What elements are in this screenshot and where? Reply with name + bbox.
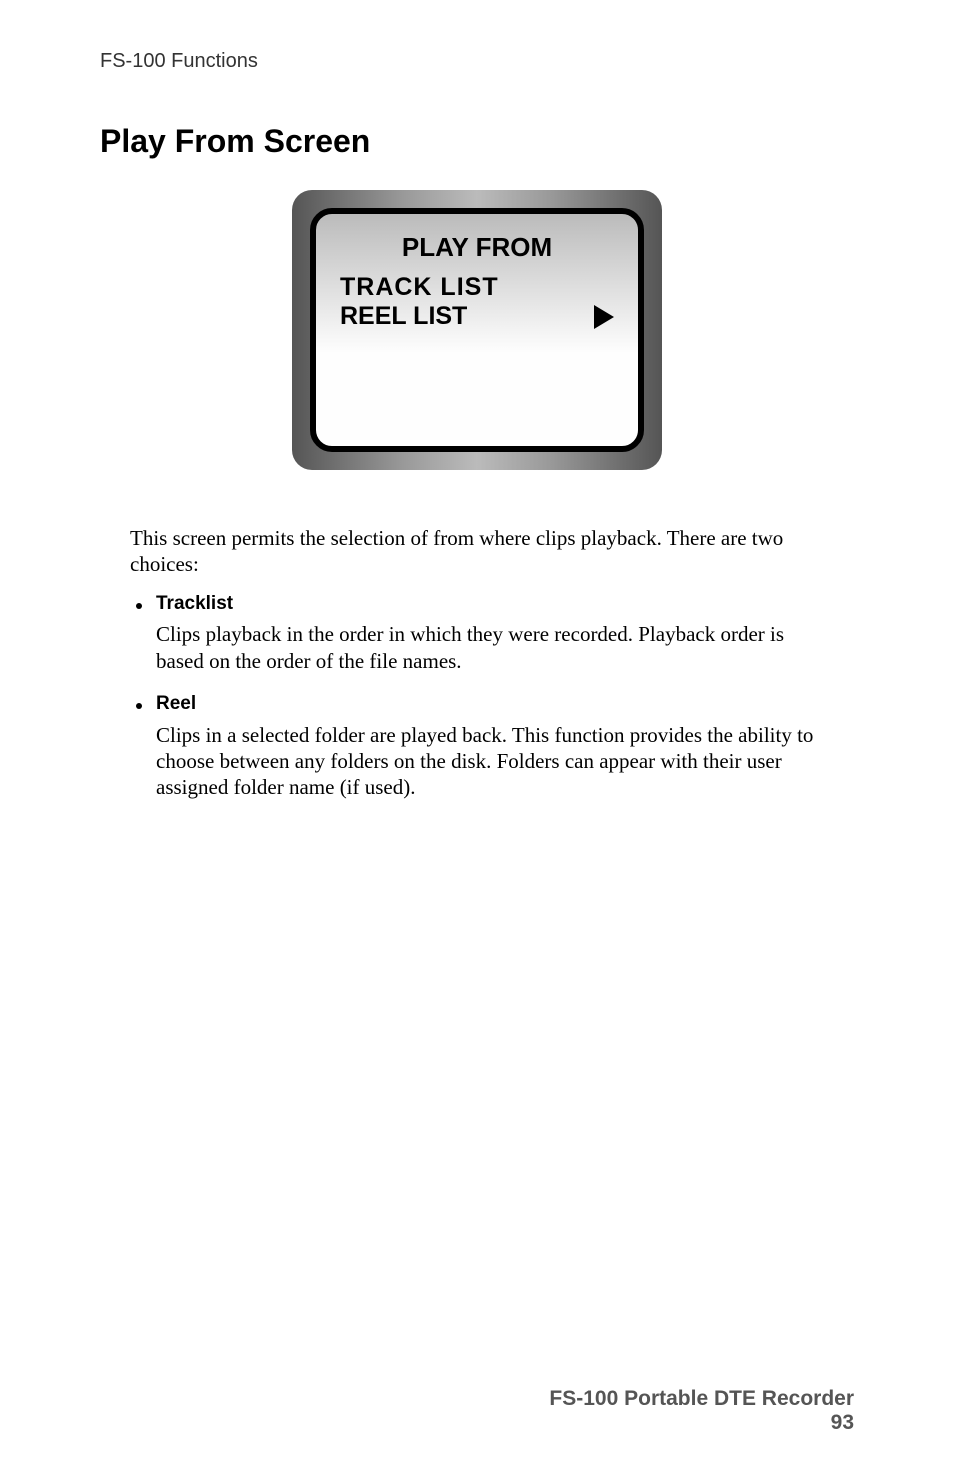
screen-option-tracklist: TRACK LIST xyxy=(340,273,614,302)
screen-option-reellist-row: REEL LIST xyxy=(340,302,614,331)
play-icon xyxy=(594,305,614,329)
screen-title: PLAY FROM xyxy=(340,232,614,263)
device-screen: PLAY FROM TRACK LIST REEL LIST xyxy=(310,208,644,452)
bullet-dot-icon xyxy=(136,703,142,709)
bullet-label: Tracklist xyxy=(156,592,233,616)
bullet-dot-icon xyxy=(136,603,142,609)
screen-option-reellist: REEL LIST xyxy=(340,302,467,331)
bullet-description: Clips in a selected folder are played ba… xyxy=(156,722,834,801)
device-body: PLAY FROM TRACK LIST REEL LIST xyxy=(292,190,662,470)
bullet-row: Tracklist xyxy=(130,592,834,616)
bullet-reel: Reel Clips in a selected folder are play… xyxy=(130,692,834,801)
bullet-description: Clips playback in the order in which the… xyxy=(156,621,834,674)
bullet-label: Reel xyxy=(156,692,196,716)
page-footer: FS-100 Portable DTE Recorder 93 xyxy=(549,1387,854,1435)
page-heading: Play From Screen xyxy=(100,123,854,160)
bullet-tracklist: Tracklist Clips playback in the order in… xyxy=(130,592,834,674)
device-illustration: PLAY FROM TRACK LIST REEL LIST xyxy=(100,190,854,470)
section-header: FS-100 Functions xyxy=(100,50,854,73)
intro-paragraph: This screen permits the selection of fro… xyxy=(130,525,834,578)
bullet-row: Reel xyxy=(130,692,834,716)
footer-page-number: 93 xyxy=(549,1411,854,1435)
footer-title: FS-100 Portable DTE Recorder xyxy=(549,1387,854,1411)
